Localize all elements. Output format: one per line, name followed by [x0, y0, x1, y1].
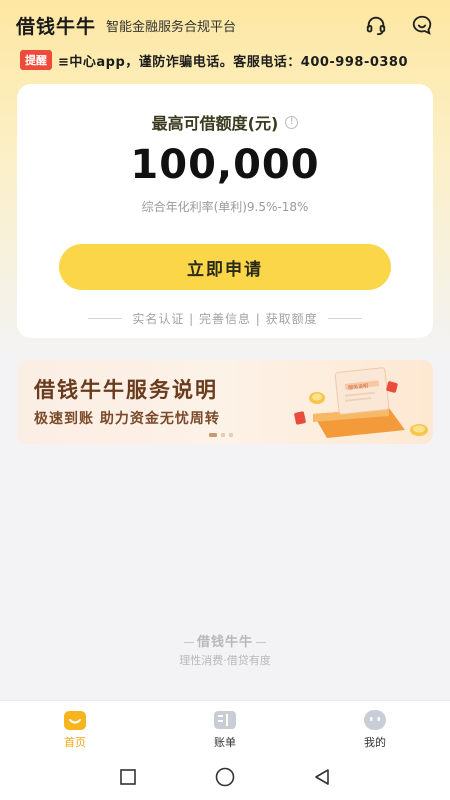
bill-icon: [214, 711, 236, 729]
system-navigation-bar: [0, 758, 450, 800]
bottom-tab-bar: 首页 账单 我的: [0, 700, 450, 758]
headset-icon[interactable]: [364, 13, 388, 37]
footer-brand: 借钱牛牛: [0, 631, 450, 650]
limit-title-row: 最高可借额度(元) !: [17, 110, 433, 134]
banner-subtitle: 极速到账 助力资金无忧周转: [34, 411, 220, 427]
tab-label: 账单: [214, 736, 236, 749]
carousel-indicator: [209, 433, 233, 437]
chat-icon[interactable]: [410, 13, 434, 37]
interest-rate: 综合年化利率(单利)9.5%-18%: [141, 200, 309, 214]
recent-apps-icon[interactable]: [119, 768, 137, 790]
limit-amount: 100,000: [130, 142, 320, 188]
footer-slogan: 理性消费·借贷有度: [179, 654, 271, 667]
app-header: 借钱牛牛 智能金融服务合规平台: [0, 0, 450, 50]
divider-line: [327, 318, 362, 319]
notice-bar[interactable]: 提醒 ≡中心app，谨防诈骗电话。客服电话：400-998-0380: [20, 48, 432, 72]
limit-title: 最高可借额度(元): [151, 114, 279, 133]
info-icon[interactable]: !: [285, 115, 299, 129]
application-steps: 实名认证 | 完善信息 | 获取额度: [17, 310, 433, 327]
profile-icon: [364, 710, 386, 730]
red-envelope-icon: [294, 411, 306, 425]
loan-limit-card: 最高可借额度(元) ! 100,000 综合年化利率(单利)9.5%-18% 立…: [17, 84, 433, 338]
header-actions: [364, 13, 434, 37]
steps-text: 实名认证 | 完善信息 | 获取额度: [132, 312, 318, 326]
apply-now-button[interactable]: 立即申请: [59, 244, 391, 290]
back-icon[interactable]: [313, 768, 331, 790]
app-slogan: 智能金融服务合规平台: [106, 19, 237, 35]
tab-home[interactable]: 首页: [0, 701, 150, 758]
tab-label: 首页: [64, 736, 86, 749]
banner-title: 借钱牛牛服务说明: [34, 378, 218, 402]
document-icon: [334, 367, 390, 415]
app-brand: 借钱牛牛: [16, 15, 97, 38]
home-icon: [64, 711, 86, 730]
footer-brand-text: 借钱牛牛: [196, 635, 253, 650]
divider-line: [88, 318, 123, 319]
home-button-icon[interactable]: [214, 766, 236, 792]
notice-text: ≡中心app，谨防诈骗电话。客服电话：400-998-0380: [58, 54, 409, 70]
service-banner[interactable]: 借钱牛牛服务说明 极速到账 助力资金无忧周转 服务说明: [17, 360, 433, 444]
banner-illustration: 服务说明: [294, 367, 428, 438]
tab-label: 我的: [364, 736, 386, 749]
tab-bill[interactable]: 账单: [150, 701, 300, 758]
notice-tag: 提醒: [20, 50, 52, 70]
tab-profile[interactable]: 我的: [300, 701, 450, 758]
